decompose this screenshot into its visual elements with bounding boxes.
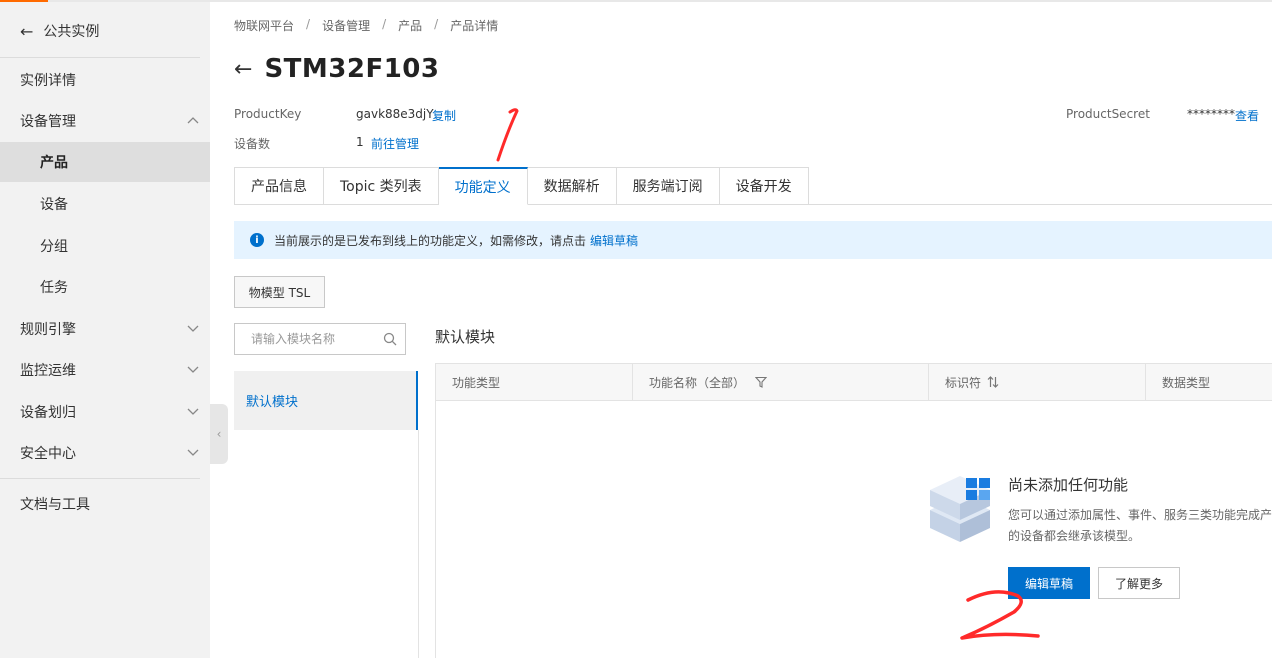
sort-icon[interactable] (987, 376, 999, 388)
annotation-number-1 (496, 108, 519, 162)
chevron-down-icon (187, 449, 199, 456)
chevron-down-icon (187, 366, 199, 373)
breadcrumb-item[interactable]: 产品 (398, 17, 422, 34)
search-icon[interactable] (383, 332, 397, 346)
table-border (435, 401, 436, 658)
info-icon: i (250, 233, 264, 247)
sidebar-item-group[interactable]: 分组 (0, 226, 210, 266)
sidebar-item-label: 产品 (40, 155, 68, 171)
back-arrow-icon[interactable]: ← (234, 57, 252, 82)
column-header-label: 数据类型 (1162, 375, 1211, 390)
breadcrumb-item[interactable]: 设备管理 (322, 17, 370, 34)
breadcrumb-item-current: 产品详情 (450, 19, 499, 33)
sidebar: ← 公共实例 实例详情 设备管理 产品 设备 分组 任务 规则引擎 监控运维 设… (0, 2, 210, 658)
sidebar-item-label: 任务 (40, 280, 68, 296)
product-secret-label: ProductSecret (1066, 107, 1150, 121)
tab-function-definition[interactable]: 功能定义 (438, 167, 528, 205)
chevron-down-icon (187, 408, 199, 415)
empty-state-cube-icon (930, 476, 990, 542)
tab-product-info[interactable]: 产品信息 (234, 167, 324, 205)
info-notice: i 当前展示的是已发布到线上的功能定义，如需修改，请点击 编辑草稿 (234, 221, 1272, 259)
sidebar-item-label: 设备 (40, 197, 68, 213)
empty-state-desc-line: 的设备都会继承该模型。 (1008, 529, 1141, 543)
page-title: STM32F103 (264, 54, 440, 84)
sidebar-item-docs-tools[interactable]: 文档与工具 (0, 484, 210, 524)
column-header-function-type: 功能类型 (436, 364, 633, 400)
back-to-instances[interactable]: ← 公共实例 (20, 20, 99, 42)
product-key-label: ProductKey (234, 107, 302, 121)
breadcrumb: 物联网平台 / 设备管理 / 产品 / 产品详情 (234, 17, 498, 34)
column-header-data-type: 数据类型 (1146, 364, 1272, 400)
empty-state-description: 您可以通过添加属性、事件、服务三类功能完成产 的设备都会继承该模型。 (1008, 505, 1272, 547)
device-count-value: 1 (356, 135, 364, 149)
table-header: 功能类型 功能名称（全部） 标识符 数据类型 (435, 363, 1272, 401)
panel-divider (418, 430, 419, 658)
notice-text: 当前展示的是已发布到线上的功能定义，如需修改，请点击 (274, 233, 587, 248)
module-item-label: 默认模块 (246, 395, 299, 410)
module-list-item[interactable]: 默认模块 (234, 371, 418, 430)
module-active-indicator (416, 371, 418, 430)
tab-server-subscription[interactable]: 服务端订阅 (616, 167, 720, 205)
module-search (234, 323, 406, 355)
chevron-up-icon (187, 117, 199, 124)
empty-state-desc-line: 您可以通过添加属性、事件、服务三类功能完成产 (1008, 508, 1272, 522)
sidebar-item-product[interactable]: 产品 (0, 142, 210, 182)
sidebar-item-label: 实例详情 (20, 73, 76, 89)
copy-link[interactable]: 复制 (432, 107, 456, 124)
tab-data-parsing[interactable]: 数据解析 (527, 167, 617, 205)
product-secret-value: ******** (1187, 107, 1235, 121)
page-header: ← STM32F103 (234, 54, 440, 84)
sidebar-item-rule-engine[interactable]: 规则引擎 (0, 309, 210, 349)
divider (0, 478, 200, 479)
tsl-model-button[interactable]: 物模型 TSL (234, 276, 325, 308)
sidebar-item-label: 规则引擎 (20, 322, 76, 338)
section-title: 默认模块 (435, 328, 496, 346)
device-count-label: 设备数 (234, 137, 271, 151)
chevron-down-icon (187, 325, 199, 332)
breadcrumb-separator: / (434, 17, 439, 31)
column-header-label: 功能名称（全部） (649, 375, 746, 390)
column-header-identifier: 标识符 (929, 364, 1146, 400)
back-label: 公共实例 (43, 24, 100, 40)
sidebar-item-label: 分组 (40, 239, 68, 255)
sidebar-item-device-management[interactable]: 设备管理 (0, 101, 210, 141)
sidebar-item-instance-detail[interactable]: 实例详情 (0, 60, 210, 100)
sidebar-collapse-toggle[interactable]: ‹ (210, 404, 228, 464)
sidebar-item-label: 安全中心 (20, 446, 76, 462)
view-secret-link[interactable]: 查看 (1235, 107, 1259, 124)
edit-draft-button[interactable]: 编辑草稿 (1008, 567, 1090, 599)
breadcrumb-item[interactable]: 物联网平台 (234, 17, 294, 34)
empty-state-title: 尚未添加任何功能 (1008, 476, 1129, 494)
breadcrumb-separator: / (382, 17, 387, 31)
divider (0, 57, 200, 58)
breadcrumb-separator: / (306, 17, 311, 31)
sidebar-item-monitoring[interactable]: 监控运维 (0, 350, 210, 390)
learn-more-button[interactable]: 了解更多 (1098, 567, 1180, 599)
sidebar-item-device[interactable]: 设备 (0, 184, 210, 224)
sidebar-item-label: 设备划归 (20, 405, 76, 421)
sidebar-item-device-assignment[interactable]: 设备划归 (0, 392, 210, 432)
column-header-label: 标识符 (945, 375, 982, 390)
tab-bar: 产品信息 Topic 类列表 功能定义 数据解析 服务端订阅 设备开发 (234, 167, 809, 205)
tab-topic-list[interactable]: Topic 类列表 (324, 167, 439, 205)
module-search-input[interactable] (251, 332, 371, 346)
manage-link[interactable]: 前往管理 (371, 135, 419, 152)
sidebar-item-label: 设备管理 (20, 114, 76, 130)
edit-draft-link[interactable]: 编辑草稿 (590, 232, 638, 249)
column-header-label: 功能类型 (452, 375, 501, 390)
sidebar-item-security-center[interactable]: 安全中心 (0, 433, 210, 473)
sidebar-item-label: 监控运维 (20, 363, 76, 379)
product-key-value: gavk88e3djY (356, 107, 434, 121)
column-header-function-name: 功能名称（全部） (633, 364, 929, 400)
arrow-left-icon: ← (20, 21, 34, 41)
tab-device-development[interactable]: 设备开发 (719, 167, 809, 205)
sidebar-item-task[interactable]: 任务 (0, 267, 210, 307)
filter-icon[interactable] (755, 376, 768, 388)
sidebar-item-label: 文档与工具 (20, 497, 90, 513)
chevron-left-icon: ‹ (216, 427, 222, 441)
